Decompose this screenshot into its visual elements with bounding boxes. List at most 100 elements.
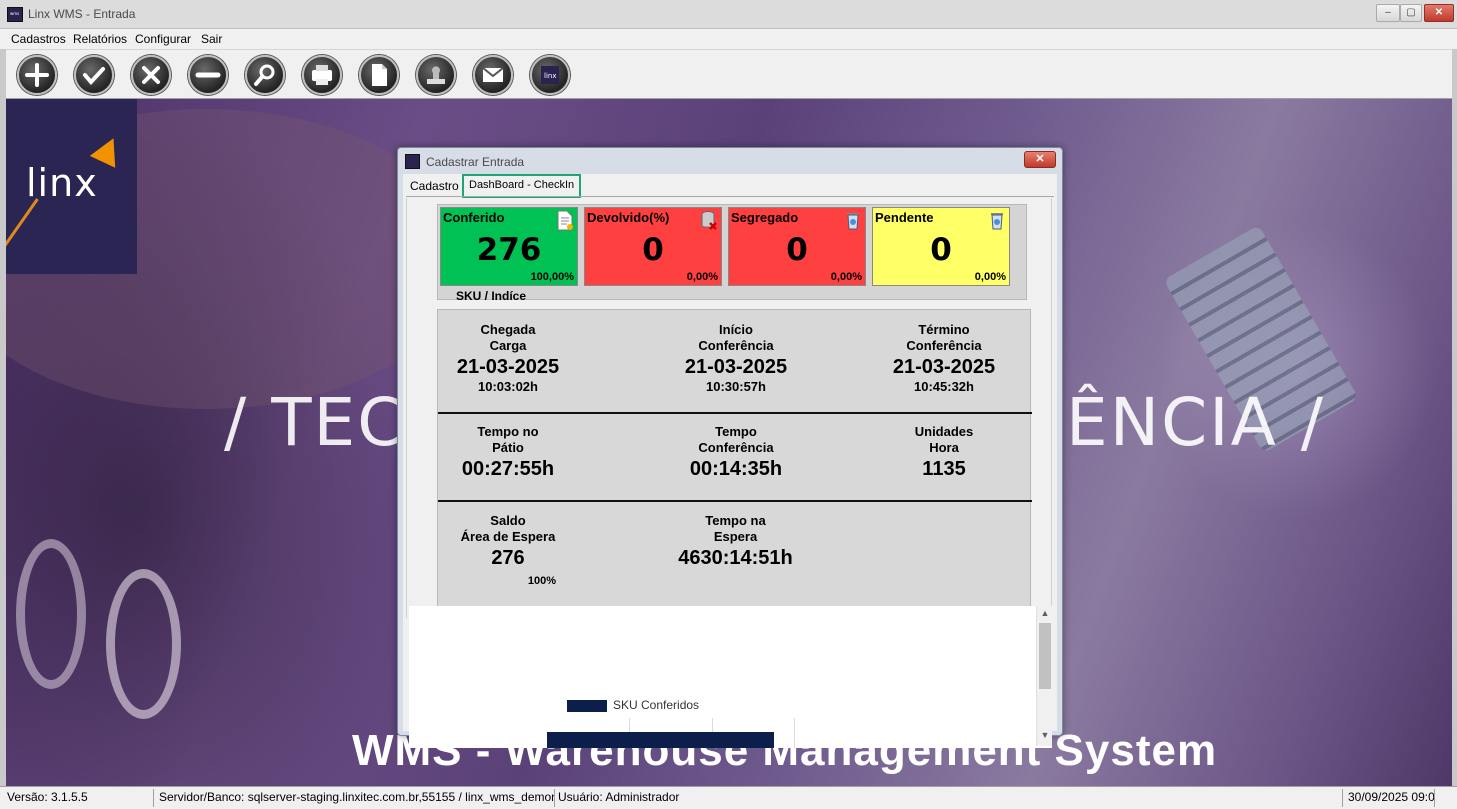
stat-value: 276 <box>491 547 525 569</box>
stat-tempo-espera: Tempo na Espera 4630:14:51h <box>658 513 813 571</box>
stat-label: Conferência <box>906 338 982 353</box>
chart-scrollbar[interactable]: ▲ ▼ <box>1036 606 1052 746</box>
kpi-cards: Conferido 276 100,00% Devolvido(%) 0 0,0… <box>437 204 1027 303</box>
app-icon <box>7 7 23 22</box>
stat-time: 10:45:32h <box>914 379 974 394</box>
cards-footer: SKU / Indíce <box>456 289 527 303</box>
card-percent: 0,00% <box>974 271 1006 283</box>
dialog-titlebar: Cadastrar Entrada ✕ <box>398 148 1062 174</box>
stat-percent: 100% <box>527 575 556 587</box>
dialog-app-icon <box>405 154 420 169</box>
dialog-title: Cadastrar Entrada <box>426 155 525 169</box>
stat-tempo-patio: Tempo no Pátio 00:27:55h <box>438 424 578 482</box>
stat-time: 10:03:02h <box>478 379 538 394</box>
svg-text:linx: linx <box>544 72 556 80</box>
linx-logo: linx <box>6 99 137 274</box>
row-separator <box>438 412 1032 414</box>
card-conferido: Conferido 276 100,00% <box>440 207 578 286</box>
dialog-body: Cadastro DashBoard - CheckIn Conferido 2… <box>403 174 1057 748</box>
confirm-button[interactable] <box>74 55 114 95</box>
stat-value: 00:14:35h <box>689 458 783 480</box>
menu-bar: Cadastros Relatórios Configurar Sair <box>0 29 1457 49</box>
status-bar: Versão: 3.1.5.5 Servidor/Banco: sqlserve… <box>0 786 1457 809</box>
legend-swatch <box>567 700 607 712</box>
maximize-button[interactable]: ▢ <box>1400 4 1422 22</box>
row-separator <box>438 500 1032 502</box>
cancel-icon <box>142 66 160 84</box>
stat-label: Conferência <box>698 338 774 353</box>
menu-configurar[interactable]: Configurar <box>135 32 191 46</box>
stat-chegada-carga: Chegada Carga 21-03-2025 10:03:02h <box>438 322 578 394</box>
remove-icon <box>195 72 221 78</box>
card-value: 0 <box>930 232 952 268</box>
document-button[interactable] <box>359 55 399 95</box>
stat-label: Saldo <box>490 513 526 528</box>
stat-inicio-conferencia: Início Conferência 21-03-2025 10:30:57h <box>666 322 806 394</box>
dashboard-panel: Conferido 276 100,00% Devolvido(%) 0 0,0… <box>406 198 1052 618</box>
stat-saldo-espera: Saldo Área de Espera 276 100% <box>438 513 578 587</box>
card-value: 0 <box>786 232 808 268</box>
add-button[interactable] <box>17 55 57 95</box>
stat-termino-conferencia: Término Conferência 21-03-2025 10:45:32h <box>874 322 1014 394</box>
background-text-right: ÊNCIA / <box>1066 384 1325 461</box>
mail-button[interactable] <box>473 55 513 95</box>
print-icon <box>312 65 332 85</box>
stamp-icon <box>427 66 445 84</box>
card-label: Segregado <box>731 210 799 225</box>
dialog-close-button[interactable]: ✕ <box>1024 151 1056 168</box>
status-version: Versão: 3.1.5.5 <box>4 789 154 807</box>
card-devolvido: Devolvido(%) 0 0,00% <box>584 207 722 286</box>
card-percent: 0,00% <box>686 271 718 283</box>
stat-date: 21-03-2025 <box>456 356 560 378</box>
database-delete-icon <box>701 211 717 230</box>
add-icon <box>25 63 49 87</box>
menu-sair[interactable]: Sair <box>201 32 222 46</box>
stat-label: Tempo <box>715 424 757 439</box>
tab-divider <box>406 196 1054 197</box>
tab-dashboard-checkin[interactable]: DashBoard - CheckIn <box>462 174 582 198</box>
card-percent: 0,00% <box>830 271 862 283</box>
stat-label: Unidades <box>914 424 974 439</box>
stats-panel: Chegada Carga 21-03-2025 10:03:02h Iníci… <box>437 309 1032 609</box>
card-label: Pendente <box>875 210 934 225</box>
stat-label: Conferência <box>698 440 774 455</box>
search-icon <box>254 64 275 86</box>
card-percent: 100,00% <box>530 271 574 283</box>
tab-cadastro[interactable]: Cadastro <box>406 177 463 197</box>
linx-button[interactable]: linx <box>530 55 570 95</box>
mail-icon <box>482 67 504 82</box>
remove-button[interactable] <box>188 55 228 95</box>
cadastrar-entrada-dialog: Cadastrar Entrada ✕ Cadastro DashBoard -… <box>397 147 1063 748</box>
logo-stroke <box>6 198 39 266</box>
menu-cadastros[interactable]: Cadastros <box>11 32 66 46</box>
close-button[interactable]: ✕ <box>1424 4 1454 22</box>
status-datetime: 30/09/2025 09:09 <box>1345 789 1435 807</box>
check-icon <box>83 67 105 86</box>
scroll-thumb[interactable] <box>1039 623 1051 689</box>
window-titlebar: Linx WMS - Entrada ‒ ▢ ✕ <box>0 0 1457 29</box>
search-button[interactable] <box>245 55 285 95</box>
stat-label: Espera <box>713 529 758 544</box>
stat-label: Tempo na <box>705 513 766 528</box>
print-button[interactable] <box>302 55 342 95</box>
stat-value: 1135 <box>922 458 966 480</box>
minimize-button[interactable]: ‒ <box>1376 4 1400 22</box>
chart-gridline <box>794 718 795 748</box>
chart-bar <box>547 732 774 748</box>
cancel-button[interactable] <box>131 55 171 95</box>
stat-label: Hora <box>929 440 959 455</box>
stat-time: 10:30:57h <box>706 379 766 394</box>
sku-chart: SKU Conferidos ▲ ▼ <box>409 606 1052 748</box>
linx-icon: linx <box>541 66 559 84</box>
menu-relatorios[interactable]: Relatórios <box>73 32 127 46</box>
stat-date: 21-03-2025 <box>684 356 788 378</box>
stat-label: Área de Espera <box>460 529 556 544</box>
stat-label: Pátio <box>492 440 524 455</box>
card-value: 0 <box>642 232 664 268</box>
window-title: Linx WMS - Entrada <box>28 7 136 21</box>
stat-value: 00:27:55h <box>461 458 555 480</box>
scroll-up-arrow-icon[interactable]: ▲ <box>1039 608 1051 620</box>
stamp-button[interactable] <box>416 55 456 95</box>
scroll-down-arrow-icon[interactable]: ▼ <box>1039 730 1051 742</box>
card-segregado: Segregado 0 0,00% <box>728 207 866 286</box>
